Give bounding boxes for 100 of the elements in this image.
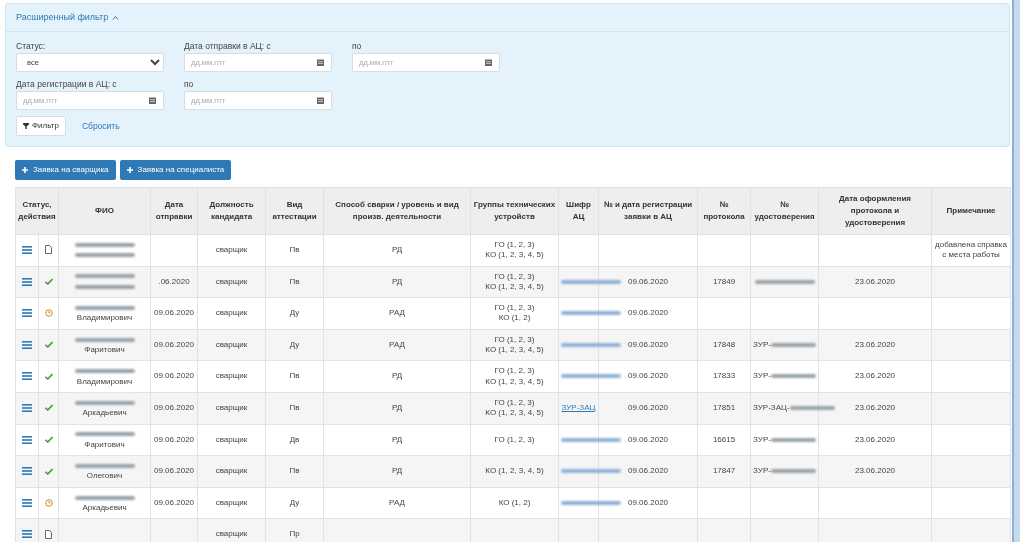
table-cell-text: Аркадьевич [81, 408, 128, 419]
reset-link[interactable]: Сбросить [81, 119, 120, 133]
table-cell: Пв [289, 245, 300, 255]
table-cell: 17851 [712, 403, 736, 413]
table-cell: 09.06.2020 [154, 466, 195, 476]
table-cell-text: ГО (1, 2, 3) [493, 239, 536, 251]
filter-title[interactable]: Расширенный фильтр [16, 10, 109, 25]
clock-icon [44, 309, 53, 318]
chevron-up-icon [112, 15, 120, 20]
table-cell: РАД [389, 339, 405, 349]
add-button[interactable]: Заявка на специалиста [119, 160, 232, 180]
check-icon [44, 404, 53, 412]
table-cell-text: ГО (1, 2, 3) [493, 397, 536, 409]
menu-icon[interactable] [22, 246, 32, 254]
menu-icon[interactable] [22, 435, 32, 444]
table-cell: РАД [389, 308, 405, 318]
table-cell: Пв [289, 371, 300, 381]
plus-icon [126, 167, 133, 173]
menu-icon[interactable] [22, 372, 32, 381]
calendar-icon [317, 59, 324, 66]
column-header: № и дата регистрации заявки в АЦ [598, 187, 698, 235]
table-cell: ЗУР- [753, 339, 771, 349]
check-icon [44, 436, 53, 444]
table-cell: 09.06.2020 [628, 308, 669, 318]
table-cell-text: ГО (1, 2, 3) [493, 434, 536, 446]
table-cell: 09.06.2020 [628, 434, 669, 444]
table-cell: Пв [289, 276, 300, 286]
field-label: по [352, 40, 363, 50]
menu-icon[interactable] [22, 530, 32, 539]
menu-icon[interactable] [22, 403, 32, 412]
table-cell-text: ГО (1, 2, 3) [493, 271, 536, 282]
table-cell: сварщик [215, 276, 248, 286]
table-cell: Пв [289, 403, 300, 413]
table-cell: 23.06.2020 [855, 434, 896, 444]
add-button[interactable]: Заявка на сварщика [15, 160, 116, 180]
table-cell: сварщик [215, 466, 248, 476]
table-cell: сварщик [215, 403, 248, 413]
plus-icon [22, 167, 28, 173]
filter-button[interactable]: Фильтр [16, 116, 66, 136]
column-header: ФИО [58, 187, 151, 235]
table-cell: 09.06.2020 [154, 371, 195, 381]
field-label: Дата регистрации в АЦ: с [16, 78, 118, 88]
table-cell-text: КО (1, 2) [497, 497, 532, 509]
table-cell: 17847 [712, 466, 736, 476]
filter-icon [23, 123, 29, 129]
clock-icon [44, 498, 53, 507]
table-cell: сварщик [215, 434, 248, 444]
table-cell: ЗУР-ЗАЦ- [753, 403, 790, 413]
table-cell: 16615 [712, 434, 736, 444]
column-header: Примечание [931, 187, 1011, 235]
column-header: Должность кандидата [197, 187, 266, 235]
menu-icon[interactable] [22, 309, 32, 318]
menu-icon[interactable] [22, 467, 32, 476]
table-cell: 09.06.2020 [154, 403, 195, 413]
menu-icon[interactable] [22, 498, 32, 507]
table-cell: сварщик [215, 308, 248, 318]
table-cell-text: КО (1, 2, 3, 4, 5) [484, 281, 545, 293]
menu-icon[interactable] [22, 277, 32, 286]
table-cell-text: ГО (1, 2, 3) [493, 303, 536, 314]
table-cell: 09.06.2020 [628, 497, 669, 507]
table-cell: 23.06.2020 [855, 276, 896, 286]
table-cell: Дв [289, 434, 300, 444]
scrollbar[interactable] [1012, 0, 1020, 542]
field-label: Дата отправки в АЦ: с [184, 40, 272, 50]
field-label: Статус: [16, 40, 47, 50]
table-cell: Пв [289, 466, 300, 476]
table-cell: 09.06.2020 [628, 339, 669, 349]
table-cell-text: КО (1, 2, 3, 4, 5) [484, 408, 545, 419]
column-header: Способ сварки / уровень и вид произв. деятельности [323, 187, 471, 235]
menu-icon[interactable] [22, 340, 32, 349]
table-cell: ЗУР- [753, 371, 771, 381]
field-label: по [184, 78, 195, 88]
table-cell: 23.06.2020 [855, 371, 896, 381]
table-cell: 09.06.2020 [154, 339, 195, 349]
table-cell-text: Аркадьевич [81, 503, 128, 514]
table-cell: сварщик [215, 371, 248, 381]
table-cell-text: Фаритович [83, 345, 126, 356]
table-cell: 09.06.2020 [154, 434, 195, 444]
table-cell-text: КО (1, 2, 3, 4, 5) [484, 250, 545, 261]
table-cell: Ду [289, 339, 300, 349]
column-header: Вид аттестации [265, 187, 324, 235]
table-cell: РД [391, 276, 403, 286]
table-cell-text: Владимирович [75, 313, 134, 324]
calendar-icon [317, 97, 324, 104]
table-cell-text: Владимирович [75, 376, 134, 388]
table-cell: 17848 [712, 339, 736, 349]
document-icon [45, 529, 52, 539]
table-cell: РД [391, 371, 403, 381]
table-cell-text: Фаритович [83, 439, 126, 451]
table-cell-text: ГО (1, 2, 3) [493, 334, 536, 346]
table-cell: 09.06.2020 [628, 276, 669, 286]
table-cell: РД [391, 466, 403, 476]
table-cell: ЗУР- [753, 434, 771, 444]
table-cell: Ду [289, 308, 300, 318]
column-header: Статус, действия [15, 187, 59, 235]
calendar-icon [485, 59, 492, 66]
table-cell: Пр [289, 529, 300, 539]
table-cell: сварщик [215, 529, 248, 539]
calendar-icon [149, 97, 156, 104]
table-cell-text: Олегович [85, 471, 124, 482]
